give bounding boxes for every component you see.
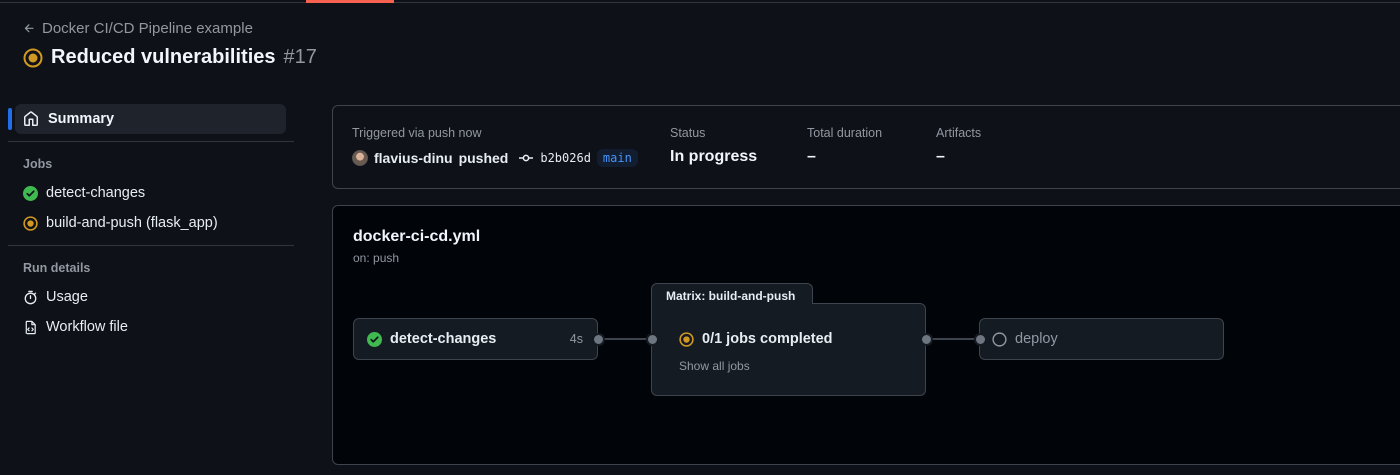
sidebar-item-label: detect-changes: [46, 185, 146, 201]
status-label: Status: [670, 126, 706, 140]
graph-port: [646, 333, 659, 346]
job-duration: 4s: [569, 332, 583, 346]
sidebar-item-label: Workflow file: [46, 319, 128, 335]
progress-accent: [306, 0, 394, 3]
job-name: deploy: [1015, 331, 1058, 347]
branch-badge[interactable]: main: [596, 149, 638, 167]
run-details-heading: Run details: [23, 261, 91, 275]
artifacts-label: Artifacts: [936, 126, 982, 140]
tab-seam: [652, 302, 812, 305]
arrow-left-icon: [24, 24, 34, 33]
sidebar-item-usage[interactable]: Usage: [23, 286, 88, 308]
job-node-detect-changes[interactable]: detect-changes 4s: [353, 318, 598, 360]
in-progress-icon: [679, 331, 694, 347]
duration-label: Total duration: [807, 126, 883, 140]
run-title: Reduced vulnerabilities: [51, 46, 276, 68]
artifacts-column: Artifacts –: [936, 126, 981, 166]
graph-connector: [926, 338, 979, 340]
avatar[interactable]: [352, 150, 368, 166]
graph-connector: [598, 338, 652, 340]
in-progress-icon: [23, 215, 38, 231]
matrix-status: 0/1 jobs completed: [679, 331, 833, 347]
sidebar-item-detect-changes[interactable]: detect-changes: [23, 182, 145, 204]
sidebar-item-label: build-and-push (flask_app): [46, 215, 218, 231]
duration-value: –: [807, 148, 816, 165]
file-code-icon: [25, 320, 36, 334]
stopwatch-icon: [24, 290, 37, 304]
graph-port: [974, 333, 987, 346]
check-circle-icon: [23, 185, 38, 201]
home-icon: [24, 111, 38, 126]
jobs-heading: Jobs: [23, 157, 53, 171]
actor-link[interactable]: flavius-dinu: [374, 150, 453, 166]
matrix-status-text: 0/1 jobs completed: [702, 331, 833, 347]
trigger-column: Triggered via push now flavius-dinu push…: [352, 126, 638, 167]
divider: [8, 245, 294, 246]
status-value: In progress: [670, 148, 758, 165]
trigger-action: pushed: [458, 150, 509, 166]
trigger-details: flavius-dinu pushed b2b026d main: [352, 149, 638, 167]
sidebar-item-label: Summary: [48, 111, 115, 127]
status-column: Status In progress: [670, 126, 757, 166]
top-bar: [0, 0, 1400, 3]
artifacts-value: –: [936, 148, 945, 165]
back-link-label[interactable]: Docker CI/CD Pipeline example: [42, 20, 253, 37]
workflow-graph-card: docker-ci-cd.yml on: push detect-changes…: [332, 205, 1400, 465]
sidebar-item-label: Usage: [46, 289, 88, 305]
divider: [8, 141, 294, 142]
workflow-file-name[interactable]: docker-ci-cd.yml: [353, 228, 480, 246]
git-commit-icon: [519, 154, 534, 162]
graph-port: [592, 333, 605, 346]
check-circle-icon: [367, 331, 382, 347]
run-summary-card: Triggered via push now flavius-dinu push…: [332, 105, 1400, 189]
commit-sha-link[interactable]: b2b026d: [540, 151, 591, 165]
trigger-label: Triggered via push now: [352, 126, 482, 140]
show-all-jobs-link[interactable]: Show all jobs: [679, 359, 750, 373]
run-number: #17: [283, 46, 317, 68]
workflow-trigger: on: push: [353, 251, 400, 265]
in-progress-icon: [23, 48, 43, 67]
sidebar-item-summary[interactable]: Summary: [15, 104, 286, 134]
sidebar-item-workflow-file[interactable]: Workflow file: [23, 316, 128, 338]
duration-column: Total duration –: [807, 126, 882, 166]
job-node-matrix-build-and-push[interactable]: 0/1 jobs completed Show all jobs: [651, 303, 926, 396]
sidebar-item-build-and-push[interactable]: build-and-push (flask_app): [23, 212, 218, 234]
page-title: Reduced vulnerabilities #17: [23, 46, 317, 69]
job-name: detect-changes: [390, 331, 497, 347]
pending-circle-icon: [992, 331, 1007, 347]
active-indicator: [8, 108, 12, 130]
job-node-deploy[interactable]: deploy: [979, 318, 1224, 360]
back-link[interactable]: Docker CI/CD Pipeline example: [23, 20, 253, 37]
graph-port: [920, 333, 933, 346]
